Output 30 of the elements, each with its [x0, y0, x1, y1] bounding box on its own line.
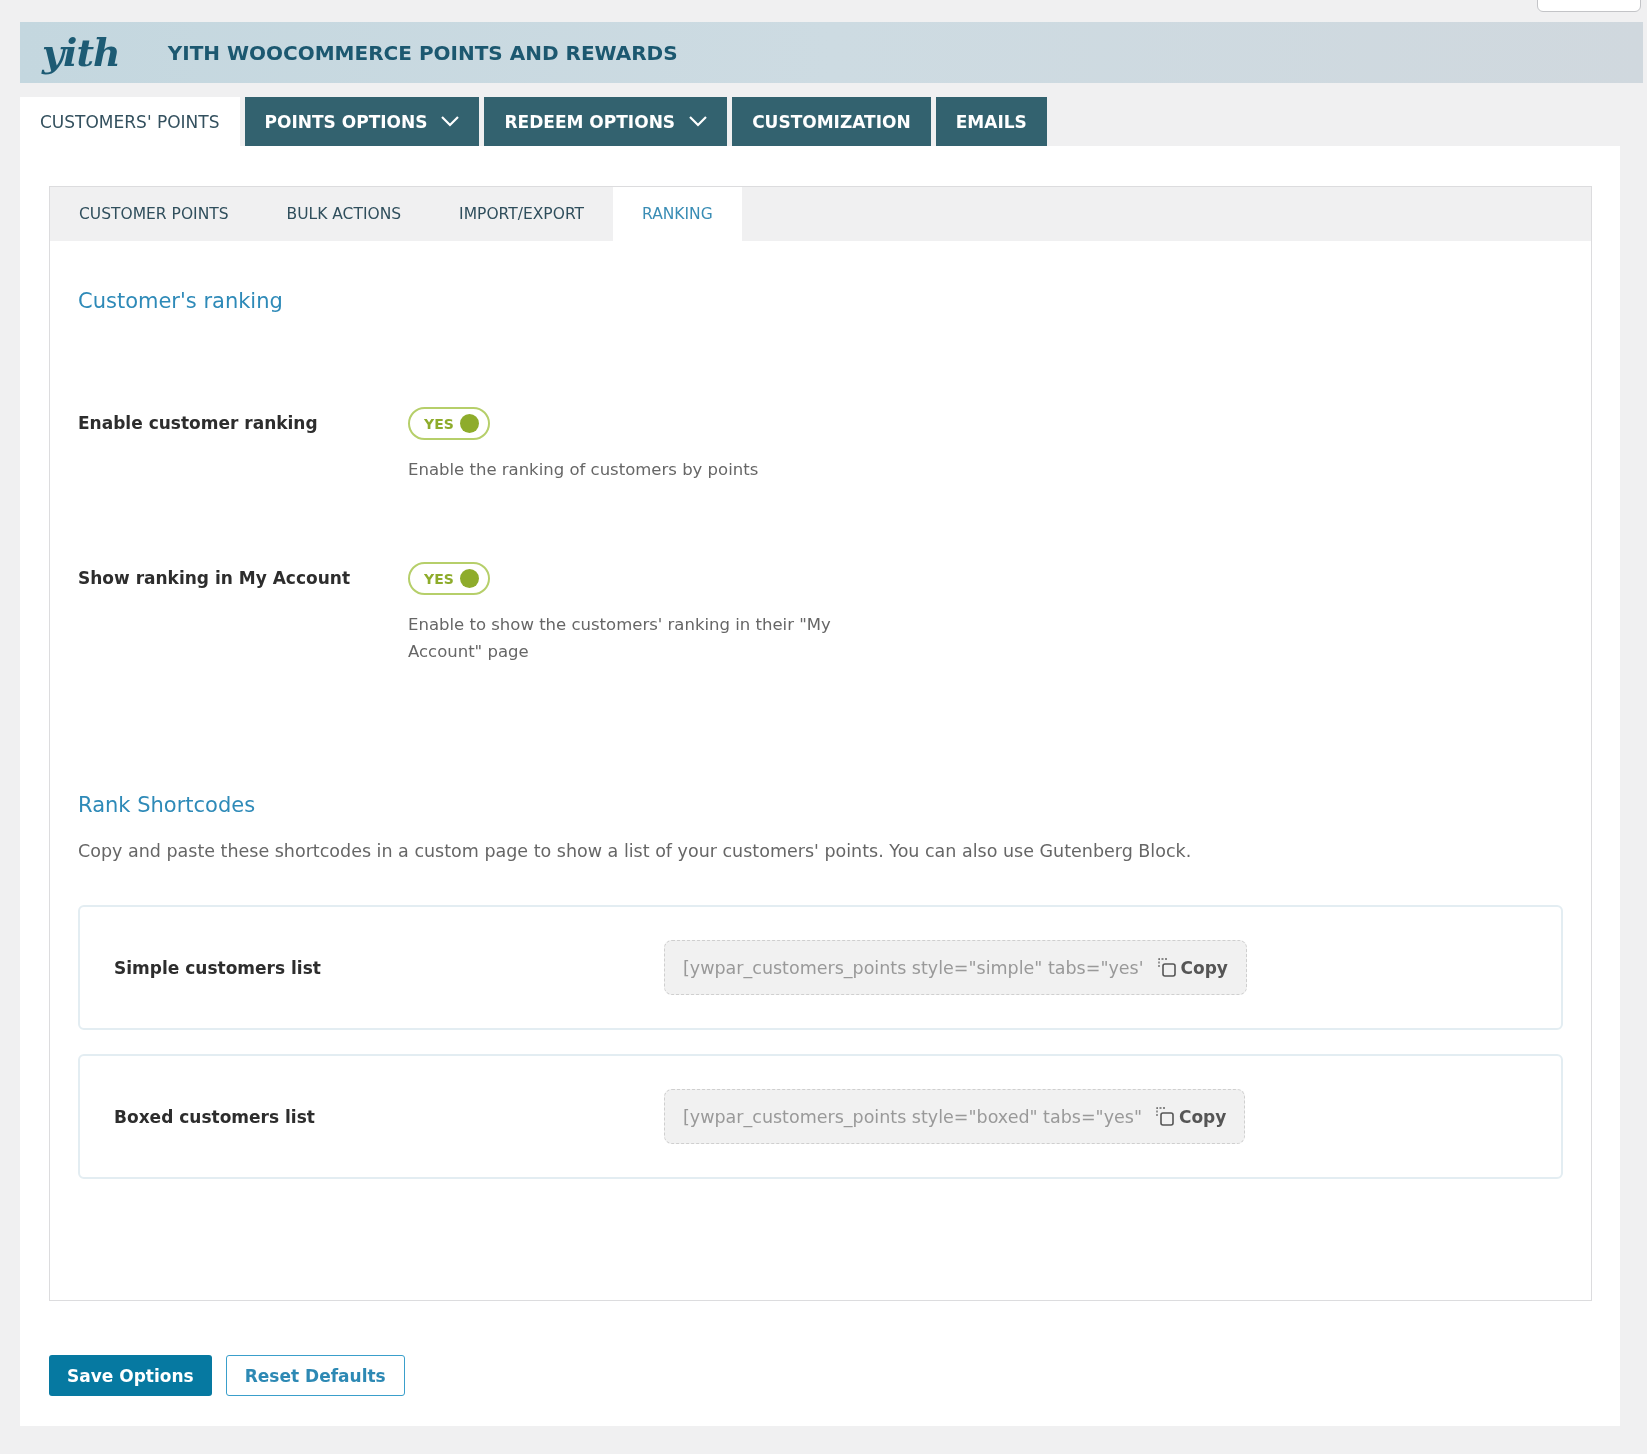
logo: yith	[42, 30, 120, 75]
copy-icon	[1155, 1106, 1175, 1127]
plugin-title: YITH WOOCOMMERCE POINTS AND REWARDS	[167, 40, 678, 65]
copy-button[interactable]: Copy	[1157, 957, 1228, 978]
copy-icon	[1157, 957, 1177, 978]
sub-tab[interactable]: RANKING	[613, 187, 742, 241]
shortcode-label: Simple customers list	[114, 957, 322, 978]
chevron-down-icon	[689, 116, 708, 127]
shortcode-field[interactable]: [ywpar_customers_points style="simple" tabs="yes' Copy	[664, 940, 1247, 995]
section-description: Copy and paste these shortcodes in a custom page to show a list of your customers' points. You can also use Gutenberg Block.	[78, 841, 1193, 861]
main-tab[interactable]: CUSTOMIZATION	[732, 97, 931, 146]
section-heading: Customer's ranking	[78, 289, 284, 313]
copy-button[interactable]: Copy	[1155, 1106, 1227, 1127]
save-button[interactable]: Save Options	[49, 1355, 212, 1396]
setting-label: Show ranking in My Account	[78, 567, 352, 590]
sub-tab[interactable]: IMPORT/EXPORT	[430, 187, 613, 241]
setting-description: Enable to show the customers' ranking in their "My Account" page	[408, 614, 832, 663]
main-tab[interactable]: REDEEM OPTIONS	[484, 97, 728, 146]
sub-tab[interactable]: CUSTOMER POINTS	[50, 187, 258, 241]
shortcode-field[interactable]: [ywpar_customers_points style="boxed" tabs="yes" Copy	[664, 1089, 1246, 1144]
main-tab[interactable]: POINTS OPTIONS	[244, 97, 480, 146]
chevron-down-icon	[441, 116, 460, 127]
shortcode-label: Boxed customers list	[114, 1106, 316, 1127]
reset-button[interactable]: Reset Defaults	[225, 1355, 405, 1396]
sub-tab[interactable]: BULK ACTIONS	[257, 187, 431, 241]
setting-description: Enable the ranking of customers by points	[408, 459, 760, 481]
section-heading: Rank Shortcodes	[78, 793, 257, 817]
main-tab[interactable]: EMAILS	[935, 97, 1047, 146]
setting-label: Enable customer ranking	[78, 412, 319, 435]
main-tab[interactable]: CUSTOMERS' POINTS	[20, 97, 240, 146]
